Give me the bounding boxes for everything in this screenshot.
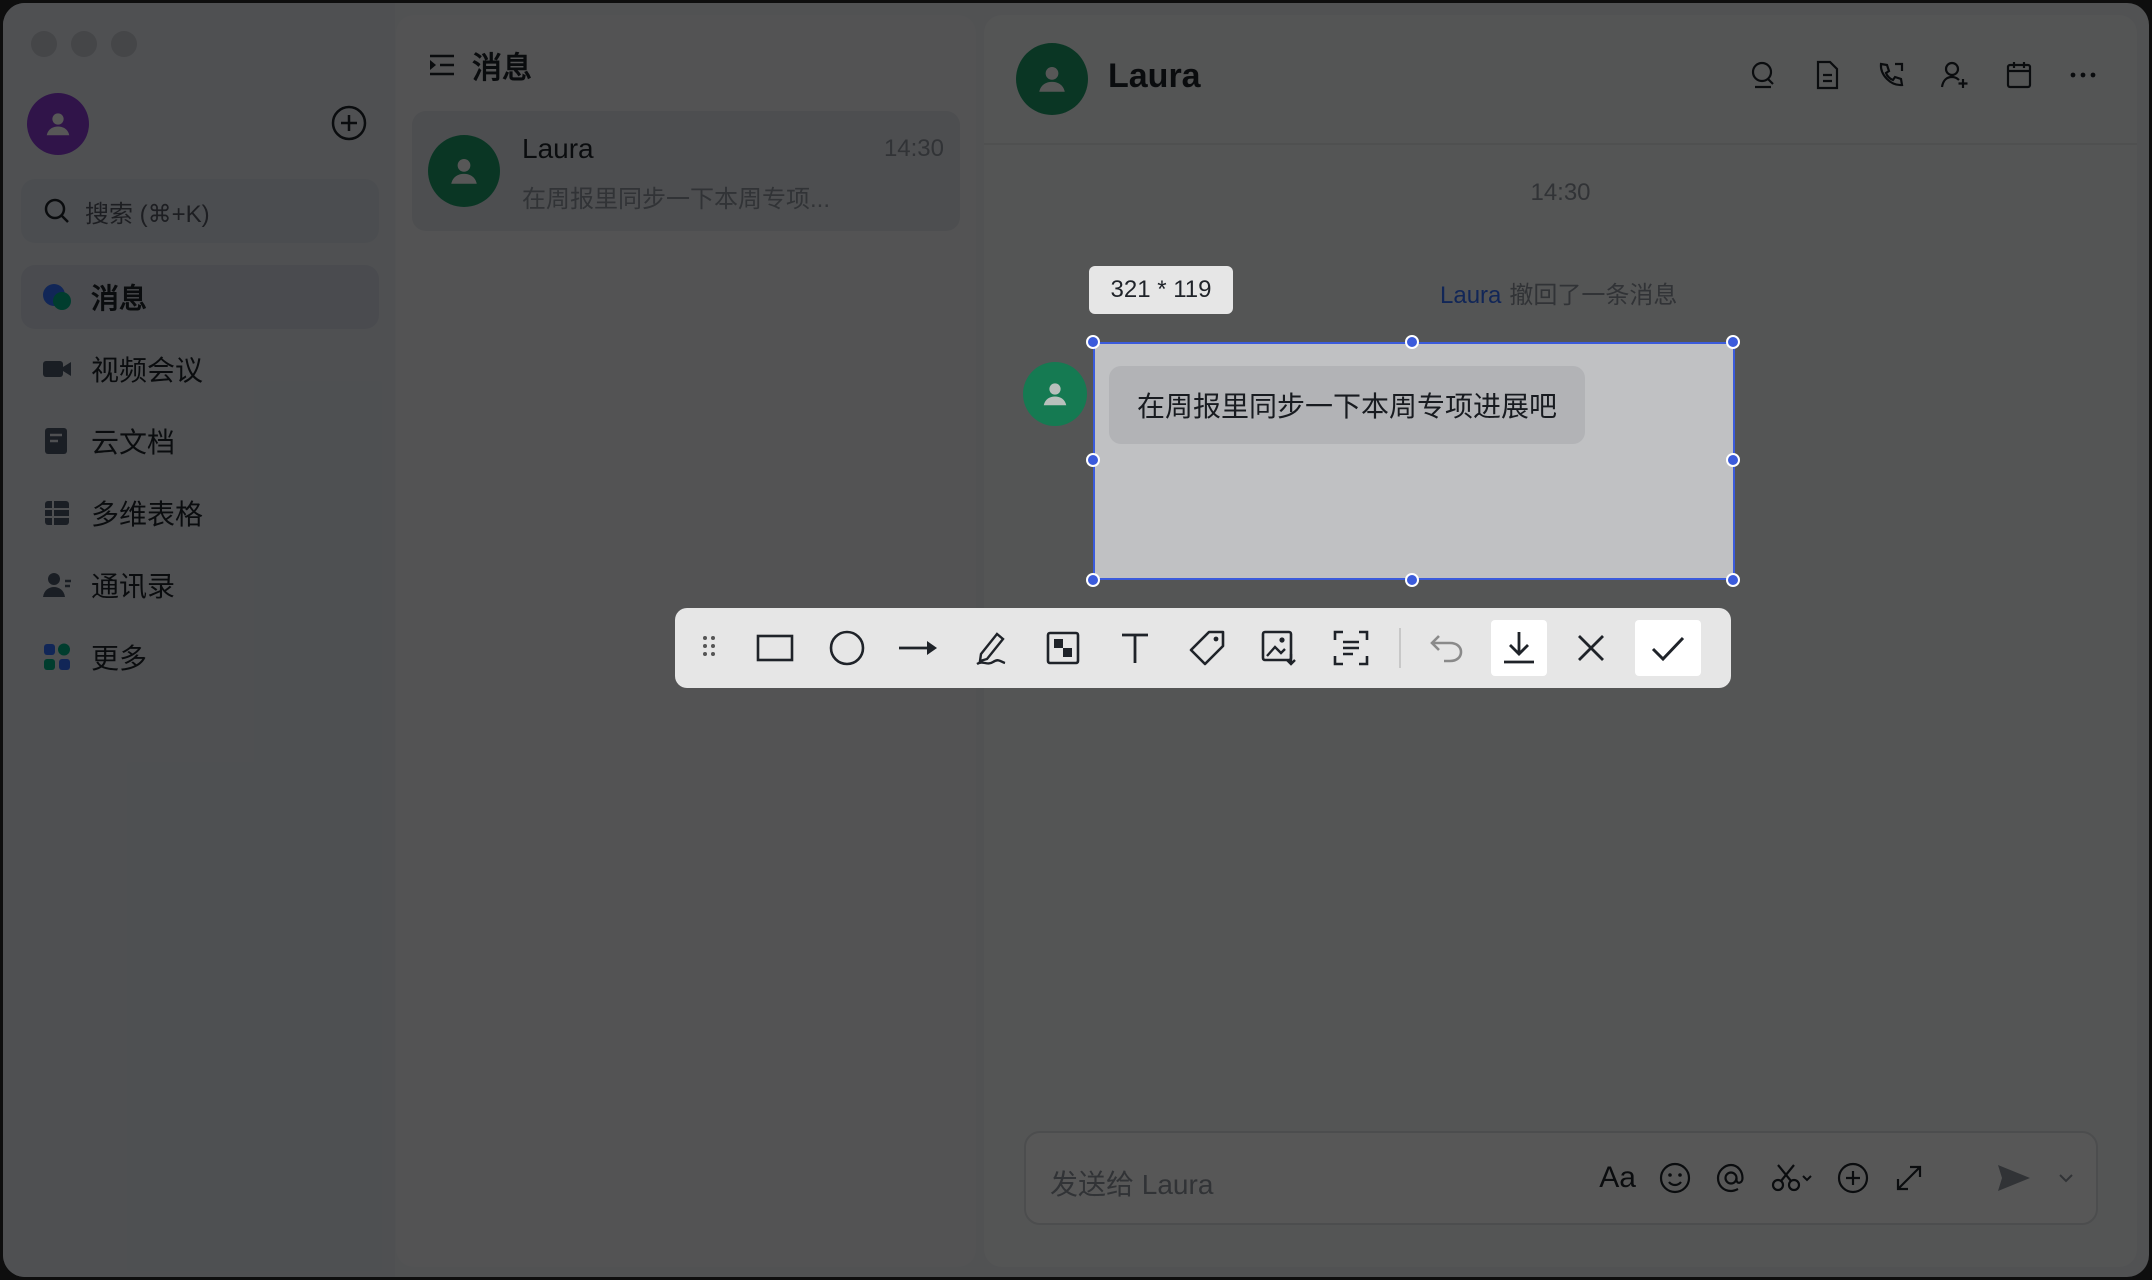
- video-meeting-icon: [41, 353, 73, 385]
- recall-actor[interactable]: Laura: [1440, 282, 1501, 309]
- person-icon: [46, 113, 70, 136]
- sidebar-item-contacts[interactable]: 通讯录: [21, 553, 379, 617]
- cloud-docs-icon: [41, 425, 73, 457]
- expand-icon[interactable]: [1892, 1161, 1926, 1195]
- ellipse-icon[interactable]: [819, 620, 875, 676]
- conversation-list-title: 消息: [472, 52, 532, 85]
- sidebar-item-messages[interactable]: 消息: [21, 265, 379, 329]
- phone-icon[interactable]: [1873, 57, 1909, 93]
- screenshot-selection[interactable]: 在周报里同步一下本周专项进展吧: [1093, 342, 1735, 580]
- more-options-icon[interactable]: [2065, 57, 2101, 93]
- resize-handle-top[interactable]: [1405, 335, 1419, 349]
- person-icon: [1043, 383, 1067, 406]
- sidebar-item-video-meeting[interactable]: 视频会议: [21, 337, 379, 401]
- download-icon[interactable]: [1491, 620, 1547, 676]
- document-icon[interactable]: [1809, 57, 1845, 93]
- resize-handle-left[interactable]: [1086, 453, 1100, 467]
- plus-circle-icon[interactable]: [1836, 1161, 1870, 1195]
- toolbar-divider: [1399, 628, 1401, 668]
- chat-header-tools: [1745, 57, 2101, 93]
- arrow-icon[interactable]: [891, 620, 947, 676]
- search-placeholder: 搜索 (⌘+K): [85, 200, 210, 228]
- search-icon: [44, 198, 69, 223]
- resize-handle-right[interactable]: [1726, 453, 1740, 467]
- drag-handle-icon[interactable]: [699, 630, 727, 667]
- sidebar-item-bitable[interactable]: 多维表格: [21, 481, 379, 545]
- input-placeholder: 发送给 Laura: [1050, 1169, 1214, 1200]
- conversation-preview: 在周报里同步一下本周专项...: [522, 186, 831, 213]
- resize-handle-bottom-left[interactable]: [1086, 573, 1100, 587]
- chat-header: Laura: [984, 15, 2137, 145]
- sidebar-item-label: 更多: [91, 643, 148, 674]
- search-chat-icon[interactable]: [1745, 57, 1781, 93]
- window-zoom-button[interactable]: [111, 31, 137, 57]
- text-icon[interactable]: [1107, 620, 1163, 676]
- window-close-button[interactable]: [31, 31, 57, 57]
- recall-text: 撤回了一条消息: [1509, 282, 1678, 309]
- text-format-icon[interactable]: Aa: [1599, 1161, 1636, 1195]
- add-button[interactable]: [329, 103, 369, 143]
- sidebar-item-label: 云文档: [91, 427, 176, 458]
- conversation-list-header: 消息: [426, 43, 532, 87]
- calendar-icon[interactable]: [2001, 57, 2037, 93]
- mention-icon[interactable]: [1714, 1161, 1748, 1195]
- conversation-item[interactable]: Laura 14:30 在周报里同步一下本周专项...: [412, 111, 960, 231]
- resize-handle-bottom[interactable]: [1405, 573, 1419, 587]
- sidebar-item-label: 视频会议: [91, 355, 204, 386]
- contacts-icon: [41, 569, 73, 601]
- messages-icon: [41, 281, 73, 313]
- sidebar: 搜索 (⌘+K) 消息 视频会议 云文档 多维表格 通讯录 更多: [3, 3, 395, 1277]
- rectangle-icon[interactable]: [747, 620, 803, 676]
- resize-handle-top-left[interactable]: [1086, 335, 1100, 349]
- avatar[interactable]: [1016, 43, 1088, 115]
- person-icon: [1039, 66, 1065, 92]
- add-member-icon[interactable]: [1937, 57, 1973, 93]
- sidebar-item-label: 消息: [91, 283, 148, 314]
- mosaic-icon[interactable]: [1035, 620, 1091, 676]
- undo-icon[interactable]: [1419, 620, 1475, 676]
- pen-icon[interactable]: [963, 620, 1019, 676]
- screenshot-toolbar: [675, 608, 1731, 688]
- chat-title: Laura: [1108, 57, 1201, 95]
- pin-image-icon[interactable]: [1251, 620, 1307, 676]
- resize-handle-top-right[interactable]: [1726, 335, 1740, 349]
- sidebar-nav: 消息 视频会议 云文档 多维表格 通讯录 更多: [21, 265, 379, 697]
- selection-size-label: 321 * 119: [1089, 266, 1233, 314]
- conversation-name: Laura: [522, 133, 594, 164]
- sidebar-item-label: 多维表格: [91, 499, 204, 530]
- recall-notice: Laura 撤回了一条消息: [1440, 275, 1677, 310]
- conversation-time: 14:30: [883, 135, 944, 162]
- sidebar-item-cloud-docs[interactable]: 云文档: [21, 409, 379, 473]
- ocr-icon[interactable]: [1323, 620, 1379, 676]
- selection-tint: [1095, 344, 1733, 578]
- sidebar-item-more[interactable]: 更多: [21, 625, 379, 689]
- tag-icon[interactable]: [1179, 620, 1235, 676]
- chevron-down-icon[interactable]: [2056, 1161, 2076, 1195]
- input-toolbar: Aa: [1599, 1161, 2076, 1195]
- message-input[interactable]: 发送给 Laura Aa: [1024, 1131, 2098, 1225]
- resize-handle-bottom-right[interactable]: [1726, 573, 1740, 587]
- user-avatar[interactable]: [27, 93, 89, 155]
- more-apps-icon: [41, 641, 73, 673]
- avatar: [428, 135, 500, 207]
- search-input[interactable]: 搜索 (⌘+K): [21, 179, 379, 243]
- plus-circle-icon: [331, 105, 367, 141]
- send-icon[interactable]: [1994, 1161, 2034, 1195]
- confirm-icon[interactable]: [1635, 620, 1701, 676]
- avatar: [1023, 362, 1087, 426]
- screenshot-scissors-icon[interactable]: [1770, 1161, 1814, 1195]
- window-minimize-button[interactable]: [71, 31, 97, 57]
- sidebar-item-label: 通讯录: [91, 571, 176, 602]
- person-icon: [451, 158, 477, 184]
- time-separator: 14:30: [1530, 179, 1591, 206]
- close-icon[interactable]: [1563, 620, 1619, 676]
- emoji-icon[interactable]: [1658, 1161, 1692, 1195]
- bitable-icon: [41, 497, 73, 529]
- collapse-menu-icon[interactable]: [426, 49, 458, 81]
